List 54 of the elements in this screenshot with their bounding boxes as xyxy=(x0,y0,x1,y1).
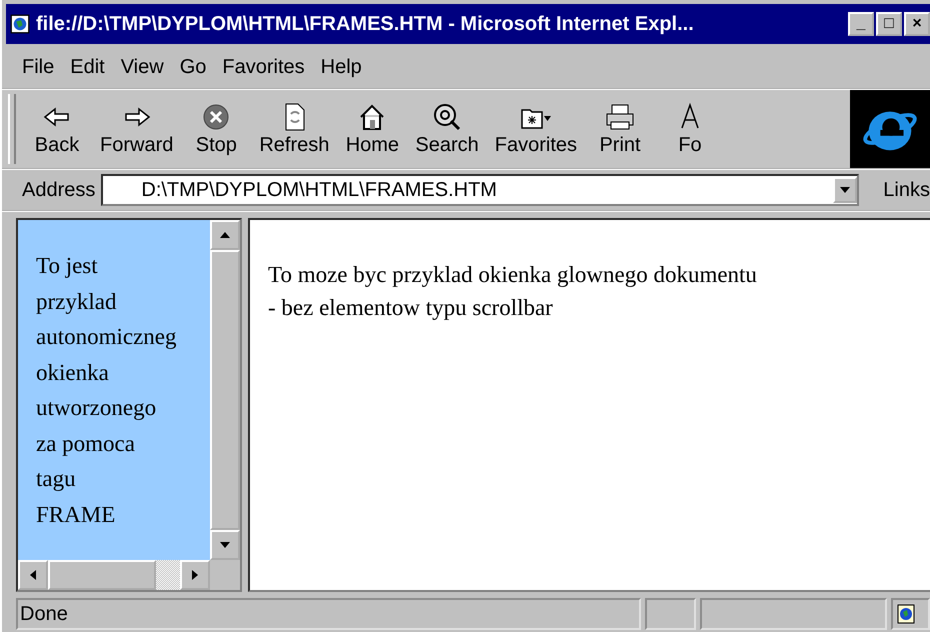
window-control[interactable]: × xyxy=(904,12,930,36)
menu-item[interactable]: Favorites xyxy=(216,56,311,78)
status-text: Done xyxy=(16,598,642,630)
scroll-down-button[interactable] xyxy=(210,530,240,560)
status-panel xyxy=(645,598,696,630)
down-arrow-icon xyxy=(220,542,230,548)
toolbar-button[interactable]: Search xyxy=(407,90,487,168)
text-line: To jest xyxy=(36,252,98,280)
toolbar-button[interactable]: Back xyxy=(22,90,92,168)
toolbar-button[interactable]: Stop xyxy=(181,90,252,168)
toolbar-button[interactable]: Fo xyxy=(655,90,726,168)
horizontal-scrollbar[interactable] xyxy=(18,560,210,590)
text-line: To moze byc przyklad okienka glownego dokumentu xyxy=(268,261,758,289)
up-arrow-icon xyxy=(220,232,230,238)
toolbar-button[interactable]: Favorites xyxy=(486,90,586,168)
scroll-right-button[interactable] xyxy=(180,560,210,590)
vertical-scrollbar[interactable] xyxy=(210,220,240,560)
scroll-up-button[interactable] xyxy=(210,220,240,250)
scroll-thumb[interactable] xyxy=(210,250,240,530)
printer-icon xyxy=(604,102,636,132)
text-line: tagu xyxy=(36,465,76,493)
scrollbar-corner xyxy=(210,560,240,590)
globe-page-icon xyxy=(896,604,915,624)
menu-item[interactable]: Go xyxy=(174,56,212,78)
text-line: za pomoca xyxy=(36,430,135,458)
toolbar-button[interactable]: Home xyxy=(337,90,408,168)
text-line: okienka xyxy=(36,358,109,386)
address-field[interactable]: D:\TMP\DYPLOM\HTML\FRAMES.HTM xyxy=(101,174,860,206)
menu-item[interactable]: Edit xyxy=(64,56,111,78)
text-line: autonomiczneg xyxy=(36,323,177,351)
links-button[interactable]: Links xyxy=(879,178,930,202)
window-control[interactable]: _ xyxy=(848,12,874,36)
toolbar-grip[interactable] xyxy=(8,94,16,164)
address-label: Address xyxy=(22,178,96,202)
menu-item[interactable]: File xyxy=(16,56,60,78)
text-line: przyklad xyxy=(36,288,116,316)
dropdown-button[interactable] xyxy=(833,177,858,203)
text-line: utworzonego xyxy=(36,394,156,422)
window-title: file://D:\TMP\DYPLOM\HTML\FRAMES.HTM - Microsoft Internet Expl... xyxy=(36,12,695,36)
menu-item[interactable]: Help xyxy=(314,56,368,78)
right-arrow-icon xyxy=(192,570,198,580)
scroll-thumb[interactable] xyxy=(48,560,156,590)
page-icon xyxy=(10,14,30,34)
caret-icon xyxy=(840,187,850,193)
toolbar-button[interactable]: Refresh xyxy=(251,90,338,168)
text-line: FRAME xyxy=(36,500,116,528)
scroll-left-button[interactable] xyxy=(18,560,48,590)
toolbar-button[interactable]: Forward xyxy=(92,90,182,168)
scroll-track[interactable] xyxy=(156,560,180,590)
text-line: - bez elementow typu scrollbar xyxy=(268,294,554,322)
menu-item[interactable]: View xyxy=(114,56,170,78)
window-control[interactable]: □ xyxy=(876,12,902,36)
toolbar-button[interactable]: Print xyxy=(585,90,656,168)
left-arrow-icon xyxy=(30,570,36,580)
